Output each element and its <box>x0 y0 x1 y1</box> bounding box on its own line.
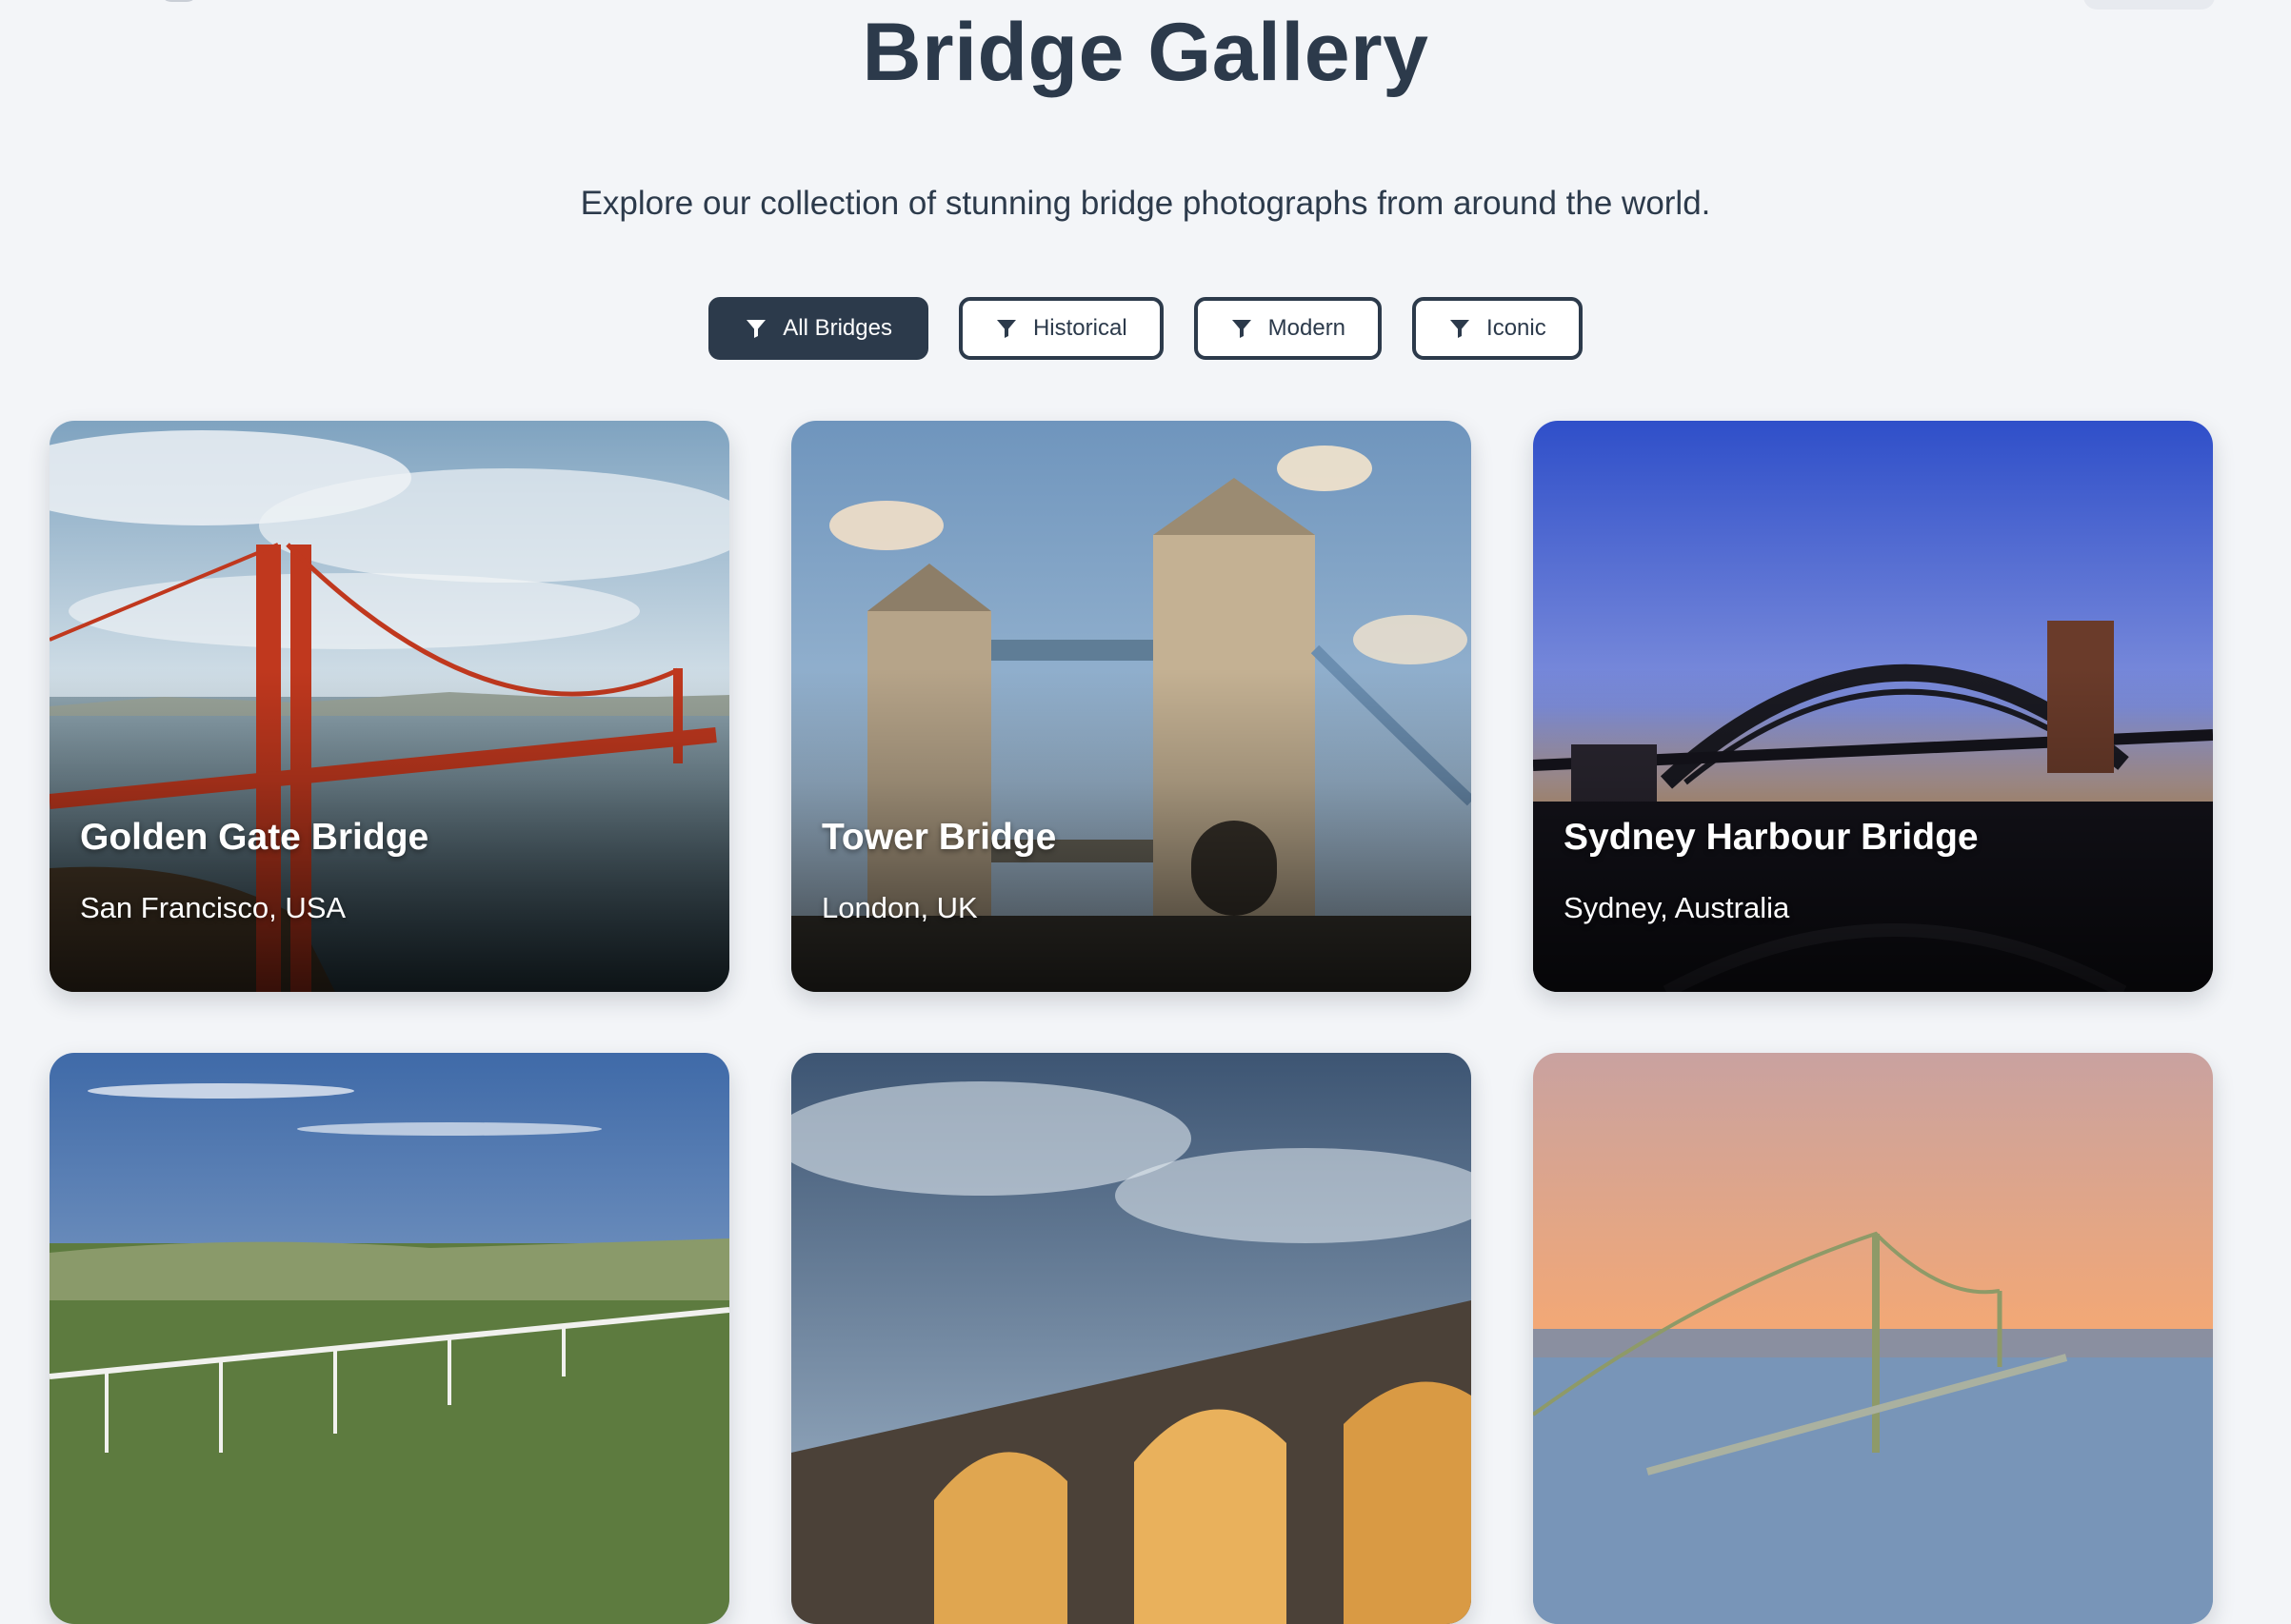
filter-label: Historical <box>1032 315 1127 341</box>
card-info: Sydney Harbour Bridge Sydney, Australia <box>1564 817 2182 925</box>
header-partial-element <box>160 0 198 2</box>
page-title: Bridge Gallery <box>862 7 1429 98</box>
filter-modern-button[interactable]: Modern <box>1193 297 1383 360</box>
filter-label: Modern <box>1267 315 1346 341</box>
stone-arch-bridge-photo <box>791 1053 1471 1624</box>
bridge-card-sydney-harbour[interactable]: Sydney Harbour Bridge Sydney, Australia <box>1533 421 2213 992</box>
bridge-card-viaduct[interactable] <box>50 1053 729 1624</box>
filter-label: All Bridges <box>783 315 892 341</box>
viaduct-bridge-photo <box>50 1053 729 1624</box>
bridge-name: Tower Bridge <box>822 817 1057 858</box>
bridge-card-golden-gate[interactable]: Golden Gate Bridge San Francisco, USA <box>50 421 729 992</box>
bridge-location: London, UK <box>822 891 978 924</box>
bridge-location: San Francisco, USA <box>80 891 347 924</box>
suspension-bridge-sunset-photo <box>1533 1053 2213 1624</box>
bridge-card-stone-arch[interactable] <box>791 1053 1471 1624</box>
filter-label: Iconic <box>1486 315 1546 341</box>
filter-bar: All Bridges Historical Modern Iconic <box>0 297 2291 360</box>
filter-icon <box>1448 317 1471 340</box>
bridge-card-suspension-sunset[interactable] <box>1533 1053 2213 1624</box>
filter-iconic-button[interactable]: Iconic <box>1412 297 1583 360</box>
card-info: Tower Bridge London, UK <box>822 817 1441 925</box>
filter-icon <box>1230 317 1253 340</box>
filter-icon <box>995 317 1018 340</box>
bridge-card-tower-bridge[interactable]: Tower Bridge London, UK <box>791 421 1471 992</box>
bridge-name: Sydney Harbour Bridge <box>1564 817 1979 858</box>
page-subtitle: Explore our collection of stunning bridg… <box>580 185 1711 222</box>
filter-historical-button[interactable]: Historical <box>958 297 1164 360</box>
card-info: Golden Gate Bridge San Francisco, USA <box>80 817 699 925</box>
bridge-location: Sydney, Australia <box>1564 891 1790 924</box>
filter-icon <box>745 317 767 340</box>
bridge-gallery-grid: Golden Gate Bridge San Francisco, USA To… <box>50 421 2213 1624</box>
bridge-name: Golden Gate Bridge <box>80 817 429 858</box>
filter-all-bridges-button[interactable]: All Bridges <box>708 297 928 360</box>
